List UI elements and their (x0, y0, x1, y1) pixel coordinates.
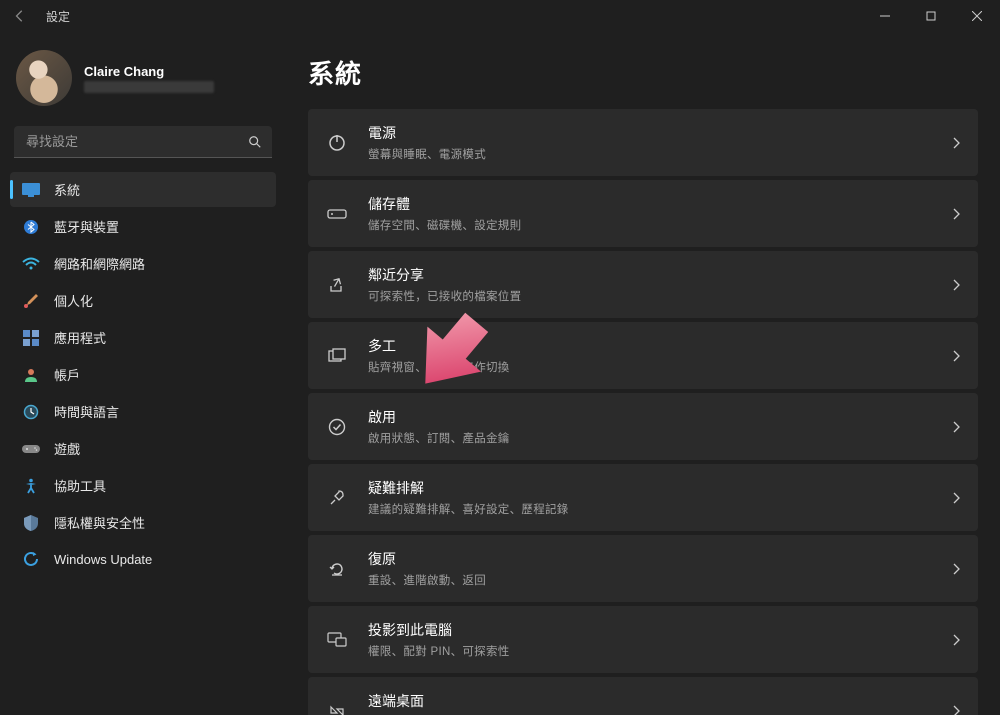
multitask-icon (326, 345, 348, 367)
apps-icon (22, 329, 40, 347)
setting-power[interactable]: 電源 螢幕與睡眠、電源模式 (308, 109, 978, 176)
setting-sub: 建議的疑難排解、喜好設定、歷程記錄 (368, 501, 952, 517)
remote-icon (326, 700, 348, 715)
chevron-right-icon (952, 705, 960, 715)
sidebar-item-label: 協助工具 (54, 476, 106, 495)
sidebar-item-label: 系統 (54, 180, 80, 199)
sidebar-item-label: 遊戲 (54, 439, 80, 458)
setting-title: 遠端桌面 (368, 691, 952, 711)
setting-title: 鄰近分享 (368, 265, 952, 285)
setting-multitask[interactable]: 多工 貼齊視窗、桌面、工作切換 (308, 322, 978, 389)
maximize-button[interactable] (908, 0, 954, 32)
sidebar-item-label: 藍牙與裝置 (54, 217, 119, 236)
sidebar-item-bluetooth[interactable]: 藍牙與裝置 (10, 209, 276, 244)
setting-title: 儲存體 (368, 194, 952, 214)
person-icon (22, 366, 40, 384)
setting-title: 啟用 (368, 407, 952, 427)
chevron-right-icon (952, 208, 960, 220)
sidebar-item-system[interactable]: 系統 (10, 172, 276, 207)
time-icon (22, 403, 40, 421)
nav-list: 系統 藍牙與裝置 網路和網際網路 個人化 應用程式 帳戶 (10, 172, 276, 576)
setting-sub: 權限、配對 PIN、可探索性 (368, 643, 952, 659)
recovery-icon (326, 558, 348, 580)
bluetooth-icon (22, 218, 40, 236)
window-title: 設定 (46, 8, 70, 25)
setting-sub: 重設、進階啟動、返回 (368, 572, 952, 588)
chevron-right-icon (952, 279, 960, 291)
sidebar-item-label: Windows Update (54, 552, 152, 567)
sidebar-item-personalization[interactable]: 個人化 (10, 283, 276, 318)
game-icon (22, 440, 40, 458)
setting-storage[interactable]: 儲存體 儲存空間、磁碟機、設定規則 (308, 180, 978, 247)
activation-icon (326, 416, 348, 438)
account-block[interactable]: Claire Chang (10, 42, 276, 124)
page-title: 系統 (308, 54, 978, 91)
sidebar-item-label: 帳戶 (54, 365, 80, 384)
back-button[interactable] (8, 4, 32, 28)
sidebar-item-apps[interactable]: 應用程式 (10, 320, 276, 355)
sidebar-item-label: 時間與語言 (54, 402, 119, 421)
chevron-right-icon (952, 492, 960, 504)
setting-nearby-share[interactable]: 鄰近分享 可探索性，已接收的檔案位置 (308, 251, 978, 318)
search-input[interactable] (14, 126, 272, 158)
update-icon (22, 550, 40, 568)
setting-title: 投影到此電腦 (368, 620, 952, 640)
chevron-right-icon (952, 137, 960, 149)
brush-icon (22, 292, 40, 310)
sidebar-item-label: 個人化 (54, 291, 93, 310)
sidebar-item-time[interactable]: 時間與語言 (10, 394, 276, 429)
search-icon (248, 135, 262, 149)
sidebar-item-label: 應用程式 (54, 328, 106, 347)
setting-sub: 可探索性，已接收的檔案位置 (368, 288, 952, 304)
setting-title: 復原 (368, 549, 952, 569)
titlebar: 設定 (0, 0, 1000, 32)
setting-project[interactable]: 投影到此電腦 權限、配對 PIN、可探索性 (308, 606, 978, 673)
chevron-right-icon (952, 563, 960, 575)
sidebar-item-accounts[interactable]: 帳戶 (10, 357, 276, 392)
account-name: Claire Chang (84, 64, 214, 79)
close-button[interactable] (954, 0, 1000, 32)
chevron-right-icon (952, 634, 960, 646)
share-icon (326, 274, 348, 296)
sidebar-item-gaming[interactable]: 遊戲 (10, 431, 276, 466)
sidebar-item-privacy[interactable]: 隱私權與安全性 (10, 505, 276, 540)
display-icon (22, 181, 40, 199)
accessibility-icon (22, 477, 40, 495)
wifi-icon (22, 255, 40, 273)
setting-remote[interactable]: 遠端桌面 遠端桌面使用者、連線權限 (308, 677, 978, 715)
setting-title: 電源 (368, 123, 952, 143)
sidebar-item-update[interactable]: Windows Update (10, 542, 276, 576)
sidebar-item-network[interactable]: 網路和網際網路 (10, 246, 276, 281)
search-container (14, 126, 272, 158)
avatar (16, 50, 72, 106)
settings-list: 電源 螢幕與睡眠、電源模式 儲存體 儲存空間、磁碟機、設定規則 鄰近分享 可探索… (308, 109, 978, 715)
troubleshoot-icon (326, 487, 348, 509)
setting-sub: 貼齊視窗、桌面、工作切換 (368, 359, 952, 375)
setting-sub: 螢幕與睡眠、電源模式 (368, 146, 952, 162)
chevron-right-icon (952, 421, 960, 433)
sidebar-item-label: 網路和網際網路 (54, 254, 145, 273)
setting-sub: 啟用狀態、訂閱、產品金鑰 (368, 430, 952, 446)
setting-title: 疑難排解 (368, 478, 952, 498)
sidebar-item-label: 隱私權與安全性 (54, 513, 145, 532)
setting-title: 多工 (368, 336, 952, 356)
setting-troubleshoot[interactable]: 疑難排解 建議的疑難排解、喜好設定、歷程記錄 (308, 464, 978, 531)
project-icon (326, 629, 348, 651)
account-email (84, 81, 214, 93)
minimize-button[interactable] (862, 0, 908, 32)
shield-icon (22, 514, 40, 532)
setting-sub: 儲存空間、磁碟機、設定規則 (368, 217, 952, 233)
content-area: 系統 電源 螢幕與睡眠、電源模式 儲存體 儲存空間、磁碟機、設定規則 (286, 32, 1000, 715)
setting-activation[interactable]: 啟用 啟用狀態、訂閱、產品金鑰 (308, 393, 978, 460)
sidebar: Claire Chang 系統 藍牙與裝置 網路和網際網路 (0, 32, 286, 715)
sidebar-item-accessibility[interactable]: 協助工具 (10, 468, 276, 503)
setting-recovery[interactable]: 復原 重設、進階啟動、返回 (308, 535, 978, 602)
chevron-right-icon (952, 350, 960, 362)
storage-icon (326, 203, 348, 225)
power-icon (326, 132, 348, 154)
